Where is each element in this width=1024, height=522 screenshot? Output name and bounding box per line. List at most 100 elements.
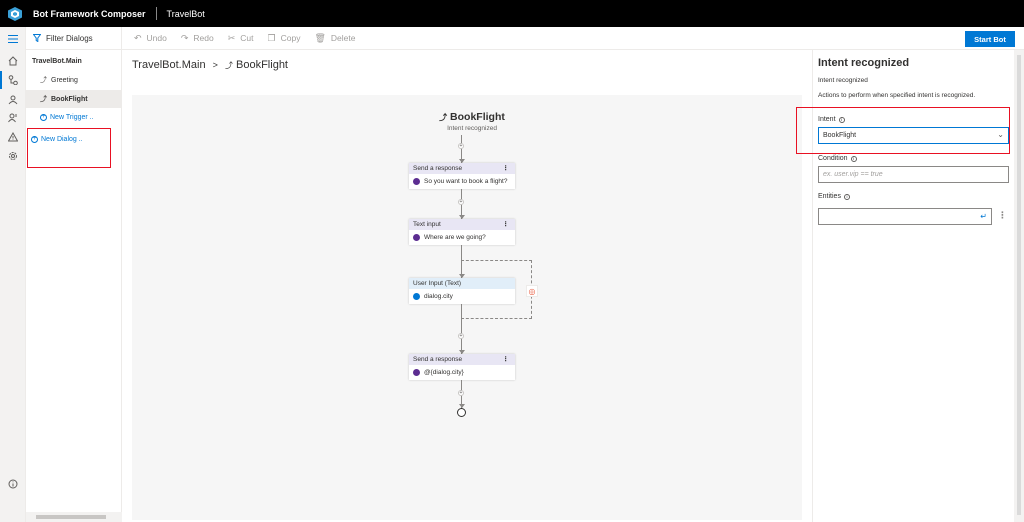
input-icon — [413, 293, 420, 300]
undo-label: Undo — [146, 33, 167, 43]
card-header: User Input (Text) — [413, 280, 462, 287]
redo-button[interactable]: ↷ Redo — [181, 33, 214, 44]
condition-label: Condition — [818, 155, 848, 162]
connector — [461, 304, 462, 354]
trigger-icon: ⤴ — [40, 77, 47, 84]
property-subtitle: Intent recognized — [818, 77, 868, 84]
enter-icon[interactable]: ↵ — [980, 212, 987, 221]
bot-responses-icon[interactable] — [6, 93, 20, 107]
filter-icon — [33, 34, 41, 42]
start-bot-button[interactable]: Start Bot — [965, 31, 1015, 47]
title-bar: Bot Framework Composer TravelBot — [0, 0, 1024, 27]
property-description: Actions to perform when specified intent… — [818, 92, 976, 99]
visual-editor: TravelBot.Main > ⤴ BookFlight ⤴ BookFlig… — [122, 50, 812, 522]
user-input-icon[interactable] — [6, 111, 20, 125]
settings-gear-icon[interactable] — [6, 149, 20, 163]
highlight-new-dialog — [27, 128, 111, 168]
home-icon[interactable] — [6, 54, 20, 68]
app-title: Bot Framework Composer — [33, 8, 146, 19]
dialog-root-item[interactable]: TravelBot.Main — [32, 58, 82, 65]
add-node-icon[interactable]: + — [458, 333, 464, 339]
trigger-title: BookFlight — [450, 111, 505, 123]
add-node-icon[interactable]: + — [458, 390, 464, 396]
condition-input[interactable]: ex. user.vip == true — [818, 166, 1009, 183]
card-body: @{dialog.city} — [424, 369, 464, 376]
bot-name: TravelBot — [166, 8, 205, 19]
loop-target-icon[interactable]: ◎ — [526, 285, 538, 297]
dialog-list-panel: TravelBot.Main ⤴ Greeting ⤴ BookFlight +… — [26, 50, 122, 522]
undo-button[interactable]: ↶ Undo — [134, 33, 167, 44]
response-icon — [413, 178, 420, 185]
copy-button[interactable]: ❐ Copy — [268, 33, 301, 44]
card-body: dialog.city — [424, 293, 453, 300]
end-node-icon — [457, 408, 466, 417]
trigger-icon: ⤴ — [224, 61, 233, 70]
card-header: Text input — [413, 221, 441, 228]
more-options-icon[interactable]: ⋮ — [503, 354, 510, 365]
flow-canvas[interactable]: ⤴ BookFlight Intent recognized + Send a … — [132, 95, 802, 520]
filter-dialogs-button[interactable]: Filter Dialogs — [26, 27, 122, 49]
trigger-icon: ⤴ — [439, 113, 448, 122]
info-icon[interactable]: i — [843, 193, 850, 200]
dialog-item-label: Greeting — [51, 76, 78, 84]
trigger-node[interactable]: ⤴ BookFlight — [432, 111, 512, 123]
property-panel: Intent recognized Intent recognized Acti… — [796, 50, 1024, 522]
info-icon[interactable] — [6, 477, 20, 491]
left-nav-rail — [0, 27, 26, 522]
copy-label: Copy — [280, 33, 301, 43]
breadcrumb-root[interactable]: TravelBot.Main — [132, 59, 206, 71]
more-options-icon[interactable]: ⋮ — [998, 210, 1007, 221]
breadcrumb: TravelBot.Main > ⤴ BookFlight — [132, 59, 288, 71]
prompt-icon — [413, 234, 420, 241]
trigger-icon: ⤴ — [40, 96, 47, 103]
entities-label: Entities — [818, 193, 841, 200]
copy-icon: ❐ — [267, 32, 276, 43]
cut-label: Cut — [240, 33, 254, 43]
condition-placeholder: ex. user.vip == true — [823, 171, 883, 178]
composer-logo-icon — [8, 6, 22, 21]
redo-icon: ↷ — [180, 32, 189, 43]
notifications-warning-icon[interactable] — [6, 130, 20, 144]
filter-dialogs-label: Filter Dialogs — [46, 33, 93, 43]
dialog-item-label: BookFlight — [51, 95, 88, 103]
condition-label-row: Condition i — [818, 155, 857, 162]
toolbar: Filter Dialogs ↶ Undo ↷ Redo ✂ Cut ❐ Copy 🗑 D… — [26, 27, 1024, 50]
active-nav-indicator — [0, 71, 2, 89]
card-header: Send a response — [413, 165, 463, 172]
add-node-icon[interactable]: + — [458, 143, 464, 149]
trigger-subtitle: Intent recognized — [447, 125, 497, 132]
add-node-icon[interactable]: + — [458, 199, 464, 205]
delete-label: Delete — [330, 33, 356, 43]
action-card-user-input[interactable]: User Input (Text) dialog.city — [409, 278, 515, 304]
dialog-item-bookflight[interactable]: ⤴ BookFlight — [26, 90, 121, 108]
delete-icon: 🗑 — [314, 32, 326, 43]
action-card-text-input[interactable]: Text input ⋮ Where are we going? — [409, 219, 515, 245]
new-trigger-link[interactable]: + New Trigger .. — [40, 114, 94, 121]
dialog-item-greeting[interactable]: ⤴ Greeting — [26, 71, 121, 89]
entities-label-row: Entities i — [818, 193, 850, 200]
design-flow-icon[interactable] — [6, 73, 20, 87]
delete-button[interactable]: 🗑 Delete — [314, 33, 355, 44]
dialog-list-scrollbar[interactable] — [26, 512, 122, 522]
hamburger-menu-icon[interactable] — [6, 32, 20, 46]
breadcrumb-separator: > — [212, 60, 218, 70]
info-icon[interactable]: i — [850, 155, 857, 162]
card-body: So you want to book a flight? — [424, 178, 508, 185]
entities-input[interactable]: ↵ — [818, 208, 992, 225]
cut-icon: ✂ — [227, 32, 236, 43]
property-title: Intent recognized — [818, 57, 910, 69]
highlight-intent-field — [796, 107, 1010, 154]
new-trigger-label: New Trigger .. — [50, 114, 94, 121]
response-icon — [413, 369, 420, 376]
more-options-icon[interactable]: ⋮ — [503, 219, 510, 230]
more-options-icon[interactable]: ⋮ — [503, 163, 510, 174]
card-body: Where are we going? — [424, 234, 486, 241]
property-panel-scrollbar[interactable] — [1014, 50, 1024, 522]
cut-button[interactable]: ✂ Cut — [228, 33, 254, 44]
add-circle-icon: + — [40, 114, 47, 121]
action-card-send-response-2[interactable]: Send a response ⋮ @{dialog.city} — [409, 354, 515, 380]
title-divider — [155, 7, 157, 20]
breadcrumb-current[interactable]: BookFlight — [236, 59, 288, 71]
action-card-send-response-1[interactable]: Send a response ⋮ So you want to book a f… — [409, 163, 515, 189]
redo-label: Redo — [193, 33, 214, 43]
